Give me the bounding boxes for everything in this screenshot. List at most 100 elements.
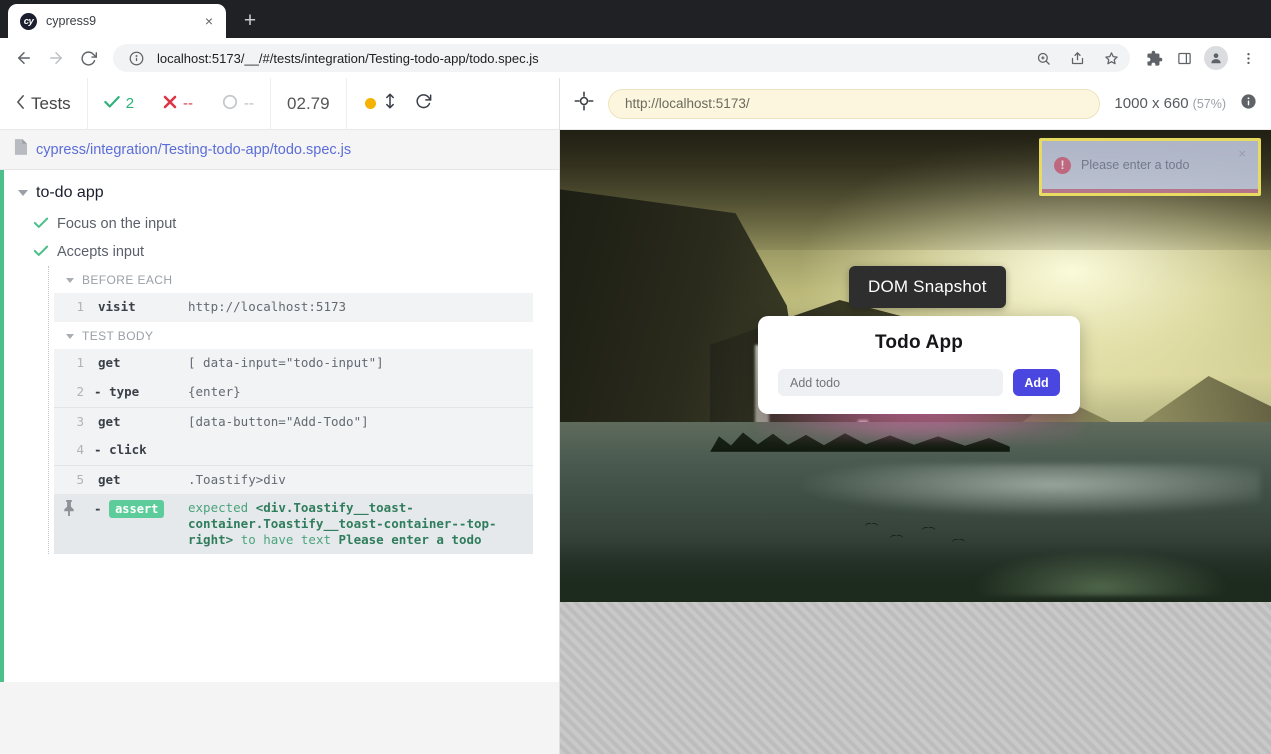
check-icon <box>34 244 48 260</box>
suite-header[interactable]: to-do app <box>4 170 559 210</box>
duration-value: 02.79 <box>287 94 330 114</box>
command-name: get <box>84 355 188 371</box>
spec-path-bar[interactable]: cypress/integration/Testing-todo-app/tod… <box>0 130 559 170</box>
command-row[interactable]: 3 get [data-button="Add-Todo"] <box>54 407 533 436</box>
viewport-info-icon[interactable] <box>1240 93 1257 115</box>
command-message: [data-button="Add-Todo"] <box>188 414 533 430</box>
group-label-text: TEST BODY <box>82 329 153 343</box>
command-name: - type <box>84 384 188 400</box>
reporter-controls <box>347 78 451 130</box>
x-icon <box>163 95 177 113</box>
bookmark-star-icon[interactable] <box>1098 45 1124 71</box>
group-header-test-body[interactable]: TEST BODY <box>50 322 559 349</box>
assertion-row[interactable]: - assert expected <div.Toastify__toast-c… <box>54 494 533 554</box>
cypress-favicon-icon: cy <box>20 13 37 30</box>
command-number: 2 <box>54 384 84 400</box>
command-name: - click <box>84 442 188 458</box>
app-iframe: Todo App Add ! Please enter a todo × <box>560 130 1271 602</box>
stats-group: 2 -- -- <box>88 78 271 130</box>
chevron-left-icon <box>16 94 25 114</box>
reload-icon[interactable] <box>73 43 103 73</box>
command-message: http://localhost:5173 <box>188 299 533 315</box>
command-row[interactable]: 5 get .Toastify>div <box>54 465 533 494</box>
tab-close-icon[interactable]: × <box>200 12 218 30</box>
failed-stat: -- <box>163 95 193 113</box>
back-icon[interactable] <box>9 43 39 73</box>
reporter-footer <box>0 682 559 754</box>
profile-avatar-icon[interactable] <box>1204 46 1228 70</box>
test-reporter: Tests 2 -- <box>0 78 560 754</box>
command-row[interactable]: 4 - click <box>54 436 533 465</box>
zoom-icon[interactable] <box>1030 45 1056 71</box>
preview-url-text: http://localhost:5173/ <box>625 96 750 111</box>
viewport-dimensions: 1000 x 660 (57%) <box>1114 95 1226 112</box>
browser-toolbar: localhost:5173/__/#/tests/integration/Te… <box>0 38 1271 78</box>
app-preview-pane: http://localhost:5173/ 1000 x 660 (57%) <box>560 78 1271 754</box>
command-message: [ data-input="todo-input"] <box>188 355 533 371</box>
command-row[interactable]: 1 get [ data-input="todo-input"] <box>54 349 533 378</box>
runnables-list: to-do app Focus on the input Accepts inp… <box>0 170 559 682</box>
command-number: 1 <box>54 355 84 371</box>
caret-down-icon <box>66 334 74 339</box>
test-title: Focus on the input <box>57 216 176 232</box>
share-icon[interactable] <box>1064 45 1090 71</box>
site-info-icon[interactable] <box>123 45 149 71</box>
command-name: visit <box>84 299 188 315</box>
todo-input-row: Add <box>778 369 1060 396</box>
toast-container: ! Please enter a todo × <box>1039 138 1261 196</box>
command-number: 1 <box>54 299 84 315</box>
forward-icon[interactable] <box>41 43 71 73</box>
app-viewport: Todo App Add ! Please enter a todo × DOM… <box>560 130 1271 754</box>
preview-url-input[interactable]: http://localhost:5173/ <box>608 89 1100 119</box>
url-text: localhost:5173/__/#/tests/integration/Te… <box>157 51 1022 66</box>
command-name: get <box>84 472 188 488</box>
test-title: Accepts input <box>57 244 144 260</box>
toast-close-icon[interactable]: × <box>1238 146 1246 161</box>
back-to-tests-button[interactable]: Tests <box>0 78 88 130</box>
command-row[interactable]: 1 visit http://localhost:5173 <box>54 293 533 322</box>
check-icon <box>34 216 48 232</box>
app-title: Todo App <box>875 332 963 354</box>
pin-icon[interactable] <box>54 500 84 516</box>
test-item-focus-on-the-input[interactable]: Focus on the input <box>4 210 559 238</box>
failed-count: -- <box>183 95 193 112</box>
circle-icon <box>222 94 238 114</box>
passed-count: 2 <box>126 95 134 112</box>
todo-input[interactable] <box>778 369 1003 396</box>
check-icon <box>104 95 120 113</box>
spec-path-text: cypress/integration/Testing-todo-app/tod… <box>36 142 351 158</box>
viewport-size: 1000 x 660 <box>1114 95 1188 112</box>
suite-title-text: to-do app <box>36 184 104 202</box>
group-label-text: BEFORE EACH <box>82 273 172 287</box>
test-item-accepts-input[interactable]: Accepts input <box>4 238 559 266</box>
group-header-before-each[interactable]: BEFORE EACH <box>50 266 559 293</box>
command-list-test-body: 1 get [ data-input="todo-input"] 2 - typ… <box>54 349 533 554</box>
up-down-arrow-icon <box>384 92 396 115</box>
restart-tests-button[interactable] <box>414 92 433 116</box>
command-groups: BEFORE EACH 1 visit http://localhost:517… <box>4 266 559 554</box>
command-number: 3 <box>54 414 84 430</box>
auto-scroll-toggle[interactable] <box>365 92 396 115</box>
error-icon: ! <box>1054 157 1071 174</box>
tab-strip: cy cypress9 × + <box>0 0 1271 38</box>
add-todo-button[interactable]: Add <box>1013 369 1060 396</box>
command-list-before-each: 1 visit http://localhost:5173 <box>54 293 533 322</box>
address-bar[interactable]: localhost:5173/__/#/tests/integration/Te… <box>113 44 1130 72</box>
pending-stat: -- <box>222 94 254 114</box>
tab-title: cypress9 <box>46 14 191 28</box>
new-tab-button[interactable]: + <box>236 7 264 35</box>
viewport-scale: (57%) <box>1193 97 1226 111</box>
assert-badge: assert <box>109 500 164 518</box>
command-name: get <box>84 414 188 430</box>
browser-tab[interactable]: cy cypress9 × <box>8 4 226 38</box>
command-number: 5 <box>54 472 84 488</box>
command-row[interactable]: 2 - type {enter} <box>54 378 533 407</box>
caret-down-icon <box>66 278 74 283</box>
passed-stat: 2 <box>104 95 134 113</box>
assert-prefix: expected <box>188 500 248 515</box>
selector-playground-icon[interactable] <box>574 91 594 116</box>
side-panel-icon[interactable] <box>1170 44 1198 72</box>
extensions-puzzle-icon[interactable] <box>1140 44 1168 72</box>
toast-notification[interactable]: ! Please enter a todo × <box>1042 141 1258 189</box>
three-dot-menu-icon[interactable] <box>1234 44 1262 72</box>
